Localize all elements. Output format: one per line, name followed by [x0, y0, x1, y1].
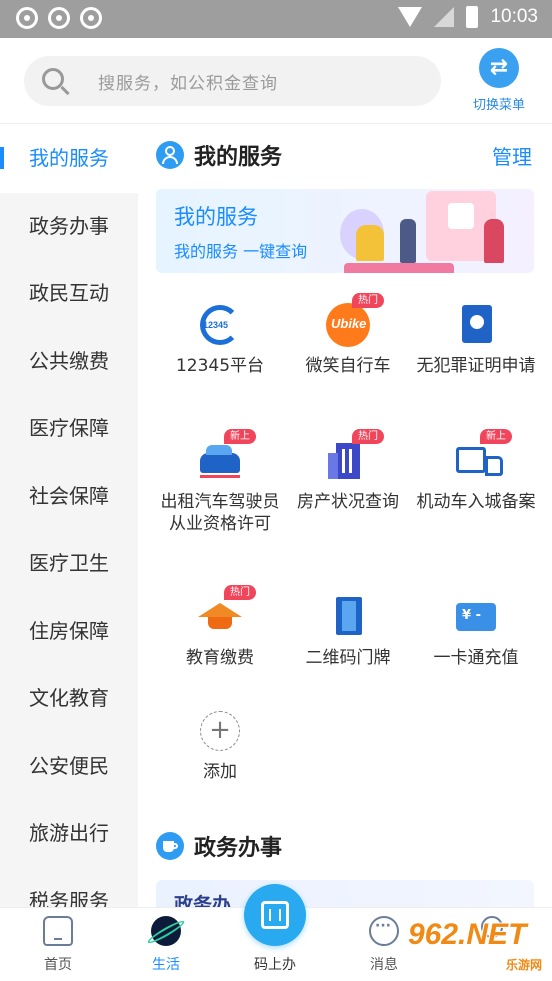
watermark-text: 962.NET — [408, 918, 527, 951]
tile-label: 一卡通充值 — [433, 648, 519, 668]
card-icon: ¥ - — [454, 595, 498, 639]
notification-icon — [16, 7, 38, 29]
tile-label: 房产状况查询 — [297, 492, 399, 512]
taxi-icon: 新上 — [198, 429, 256, 483]
sidebar-item-payment[interactable]: 公共缴费 — [0, 328, 138, 396]
status-time: 10:03 — [490, 6, 538, 27]
user-icon — [156, 141, 184, 169]
banner-person-illustration — [356, 225, 384, 261]
sidebar-item-police[interactable]: 公安便民 — [0, 733, 138, 801]
gov-affairs-banner-title: 政务办 — [174, 894, 232, 907]
watermark-logo: 962.NET 乐游网 — [408, 918, 548, 974]
hot-badge: 热门 — [224, 585, 256, 600]
tile-label: 二维码门牌 — [305, 648, 391, 668]
sidebar-item-medical-insurance[interactable]: 医疗保障 — [0, 395, 138, 463]
wifi-icon — [398, 7, 423, 27]
certificate-icon — [454, 303, 498, 347]
tab-label: 首页 — [44, 957, 72, 973]
search-icon — [42, 68, 64, 90]
tab-life[interactable]: 生活 — [126, 916, 206, 974]
message-icon — [369, 916, 399, 946]
tile-label: 无犯罪证明申请 — [416, 356, 536, 376]
home-icon — [43, 916, 73, 946]
notification-icon — [80, 7, 102, 29]
search-header: 搜服务，如公积金查询 ⇄ 切换菜单 — [0, 38, 552, 124]
tile-label: 微笑自行车 — [305, 356, 391, 376]
sidebar-item-travel[interactable]: 旅游出行 — [0, 800, 138, 868]
tab-label: 生活 — [152, 957, 180, 973]
tab-home[interactable]: 首页 — [18, 916, 98, 974]
sidebar-item-education[interactable]: 文化教育 — [0, 665, 138, 733]
gov-affairs-banner[interactable]: 政务办 — [156, 880, 534, 907]
sidebar-item-housing[interactable]: 住房保障 — [0, 598, 138, 666]
tile-label: 教育缴费 — [186, 648, 254, 668]
category-sidebar: 我的服务 政务办事 政民互动 公共缴费 医疗保障 社会保障 医疗卫生 住房保障 … — [0, 125, 138, 907]
section-title: 我的服务 — [194, 145, 283, 170]
sidebar-item-interaction[interactable]: 政民互动 — [0, 260, 138, 328]
sidebar-item-social-security[interactable]: 社会保障 — [0, 463, 138, 531]
switch-menu-label: 切换菜单 — [472, 98, 525, 113]
service-tile-add[interactable]: + 添加 — [156, 699, 284, 783]
banner-subtitle: 我的服务 一键查询 — [174, 242, 308, 261]
banner-sofa-illustration — [344, 263, 454, 273]
planet-icon — [151, 916, 181, 946]
my-services-header: 我的服务 — [156, 139, 282, 171]
hot-badge: 热门 — [352, 293, 384, 308]
hotline-12345-icon: 12345 — [198, 303, 242, 347]
search-input[interactable]: 搜服务，如公积金查询 — [24, 56, 441, 106]
service-tile-taxi-license[interactable]: 新上 出租汽车驾驶员从业资格许可 — [156, 429, 284, 535]
tile-label: 添加 — [203, 762, 237, 782]
service-tile-qr-doorplate[interactable]: 二维码门牌 — [284, 585, 412, 669]
add-icon: + — [198, 709, 242, 753]
tile-label: 12345平台 — [175, 356, 265, 376]
bike-icon: Ubike 热门 — [326, 293, 384, 347]
hot-badge: 热门 — [352, 429, 384, 444]
door-icon — [326, 595, 370, 639]
service-tile-card-recharge[interactable]: ¥ - 一卡通充值 — [412, 585, 540, 669]
banner-person-illustration — [400, 219, 416, 263]
status-bar: 10:03 — [0, 0, 552, 38]
section-title: 政务办事 — [194, 836, 283, 861]
sidebar-item-health[interactable]: 医疗卫生 — [0, 530, 138, 598]
service-tile-property-query[interactable]: 热门 房产状况查询 — [284, 429, 412, 513]
banner-person-illustration — [484, 219, 504, 263]
new-badge: 新上 — [480, 429, 512, 444]
swap-arrows-icon: ⇄ — [479, 48, 519, 88]
manage-button[interactable]: 管理 — [492, 141, 532, 170]
signal-icon — [434, 7, 455, 27]
scan-button[interactable] — [244, 884, 306, 946]
service-tile-no-crime-cert[interactable]: 无犯罪证明申请 — [412, 293, 540, 377]
sidebar-item-tax[interactable]: 税务服务 — [0, 868, 138, 908]
search-placeholder: 搜服务，如公积金查询 — [98, 74, 278, 94]
switch-menu-button[interactable]: ⇄ 切换菜单 — [462, 48, 536, 113]
tile-label: 机动车入城备案 — [416, 492, 536, 512]
my-services-banner[interactable]: 我的服务 我的服务 一键查询 — [156, 189, 534, 273]
battery-icon — [466, 6, 479, 28]
cup-icon — [156, 832, 184, 860]
tab-label: 码上办 — [254, 957, 296, 973]
sidebar-item-my-services[interactable]: 我的服务 — [0, 125, 138, 193]
service-tile-vehicle-entry[interactable]: 新上 机动车入城备案 — [412, 429, 540, 513]
service-tile-education-fee[interactable]: 热门 教育缴费 — [156, 585, 284, 669]
main-content: 我的服务 管理 我的服务 我的服务 一键查询 12345 12345平台 Ubi… — [138, 125, 552, 907]
tile-label: 出租汽车驾驶员从业资格许可 — [160, 492, 280, 534]
building-icon: 热门 — [326, 429, 384, 483]
banner-title: 我的服务 — [174, 205, 258, 229]
service-tile-12345[interactable]: 12345 12345平台 — [156, 293, 284, 377]
truck-icon: 新上 — [454, 429, 512, 483]
tab-label: 消息 — [370, 957, 398, 973]
service-tile-bike[interactable]: Ubike 热门 微笑自行车 — [284, 293, 412, 377]
sidebar-item-gov-affairs[interactable]: 政务办事 — [0, 193, 138, 261]
gov-affairs-header: 政务办事 — [156, 830, 282, 862]
watermark-subtext: 乐游网 — [505, 958, 542, 972]
graduation-cap-icon: 热门 — [198, 585, 256, 639]
new-badge: 新上 — [224, 429, 256, 444]
notification-icon — [48, 7, 70, 29]
